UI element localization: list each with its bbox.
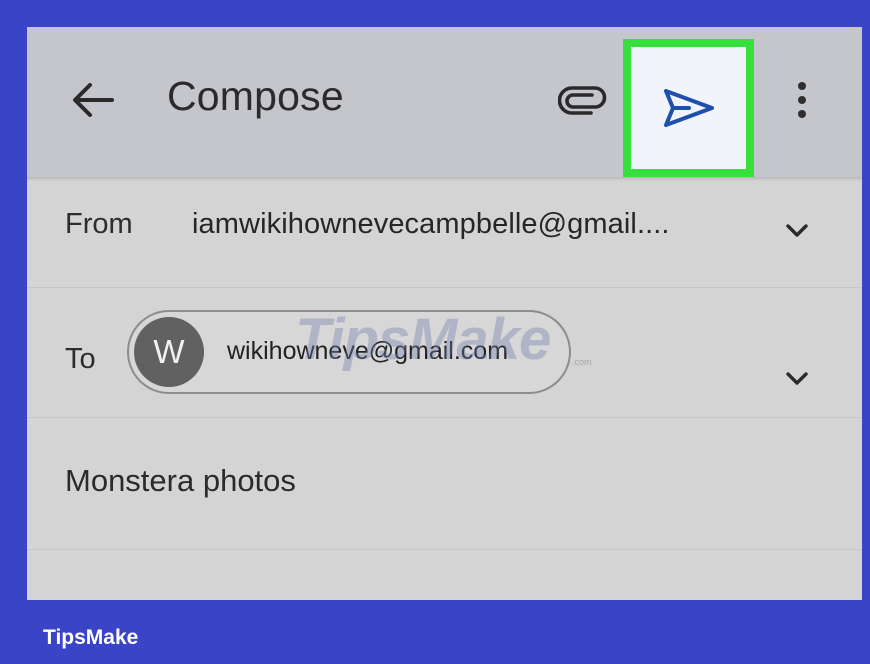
from-row: From iamwikihownevecampbelle@gmail.... <box>27 181 862 288</box>
to-dropdown-button[interactable] <box>782 369 812 389</box>
back-button[interactable] <box>67 77 119 123</box>
attach-button[interactable] <box>552 79 614 123</box>
to-label: To <box>65 343 96 375</box>
send-button[interactable] <box>623 39 754 177</box>
more-vert-icon-dot <box>798 96 806 104</box>
send-icon <box>663 89 714 127</box>
from-dropdown-button[interactable] <box>782 221 812 241</box>
brand-label: TipsMake <box>43 626 139 649</box>
avatar: W <box>134 317 204 387</box>
from-label: From <box>65 208 133 240</box>
more-vert-icon-dot <box>798 110 806 118</box>
more-vert-icon <box>798 82 806 90</box>
chevron-down-icon <box>786 372 808 385</box>
app-bar: Compose <box>27 27 862 177</box>
subject-field[interactable]: Monstera photos <box>65 463 296 499</box>
watermark-suffix: .com <box>572 357 592 367</box>
subject-row[interactable]: Monstera photos <box>27 417 862 550</box>
chevron-down-icon <box>786 224 808 237</box>
arrow-left-icon <box>73 83 114 117</box>
watermark: TipsMake <box>295 307 551 372</box>
from-account[interactable]: iamwikihownevecampbelle@gmail.... <box>192 208 670 241</box>
compose-screen: Compose From iamwikihownevecampbelle@gma… <box>27 27 862 600</box>
page-title: Compose <box>167 73 344 119</box>
more-options-button[interactable] <box>787 77 817 123</box>
paperclip-icon <box>558 86 607 115</box>
